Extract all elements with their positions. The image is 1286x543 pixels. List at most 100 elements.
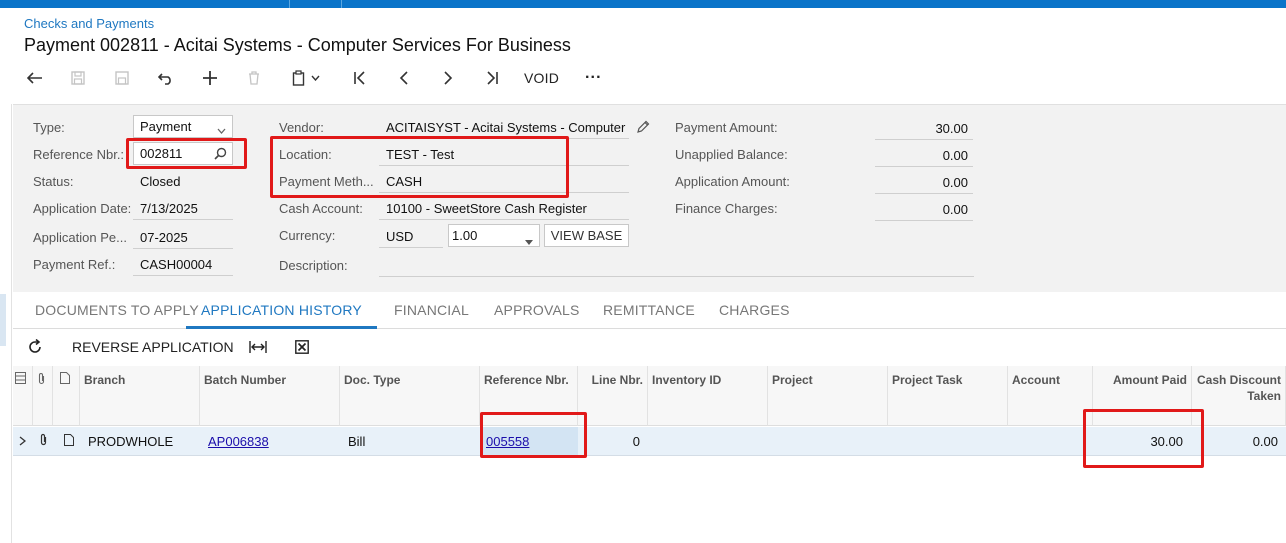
appperiod-value[interactable]: 07-2025 [140,230,188,245]
refnbr-label: Reference Nbr.: [33,147,125,162]
vendor-label: Vendor: [279,120,324,135]
top-app-bar [0,0,1286,8]
reference-nbr-link[interactable]: 005558 [486,434,529,449]
col-reference-nbr[interactable]: Reference Nbr. [480,366,578,426]
table-row[interactable]: PRODWHOLE AP006838 Bill 005558 0 30.00 0… [13,427,1286,456]
refresh-icon[interactable] [27,330,43,364]
vendor-value[interactable]: ACITAISYST - Acitai Systems - Computer [386,120,626,135]
tab-application-history[interactable]: APPLICATION HISTORY [186,292,377,329]
cell-doc-type[interactable]: Bill [344,427,480,456]
cell-project-task[interactable] [888,427,1008,456]
paymeth-label: Payment Meth... [279,174,374,189]
first-record-icon[interactable] [338,64,382,92]
expand-row-icon[interactable] [15,427,33,456]
dropdown-arrow-icon [525,233,533,248]
paymeth-value[interactable]: CASH [386,174,422,189]
cashacct-value[interactable]: 10100 - SweetStore Cash Register [386,201,587,216]
col-cash-discount-taken[interactable]: Cash Discount Taken [1192,366,1286,426]
col-doc-type[interactable]: Doc. Type [340,366,480,426]
chevron-down-icon[interactable] [308,64,322,92]
tab-bar: DOCUMENTS TO APPLY APPLICATION HISTORY F… [13,292,1286,329]
note-header-icon [53,366,80,426]
col-branch[interactable]: Branch [80,366,200,426]
payref-label: Payment Ref.: [33,257,116,272]
batch-number-link[interactable]: AP006838 [208,434,269,449]
note-icon[interactable] [60,427,80,456]
fit-columns-icon[interactable] [249,330,267,364]
payamt-label: Payment Amount: [675,120,778,135]
col-account[interactable]: Account [1008,366,1093,426]
previous-record-icon[interactable] [382,64,426,92]
appamt-value: 0.00 [942,175,968,190]
grid-toolbar: REVERSE APPLICATION [13,330,1286,364]
type-label: Type: [33,120,65,135]
refnbr-input[interactable]: 002811 [133,142,233,165]
application-history-grid: Branch Batch Number Doc. Type Reference … [13,366,1286,543]
cell-line-nbr[interactable]: 0 [578,427,644,456]
tab-remittance[interactable]: REMITTANCE [603,292,695,329]
more-icon[interactable]: ··· [579,64,608,92]
type-select[interactable]: Payment [133,115,233,138]
cell-batch-number[interactable]: AP006838 [204,427,340,456]
export-excel-icon[interactable] [295,330,309,364]
rate-value: 1.00 [452,228,478,243]
save-close-icon[interactable] [56,64,100,92]
cell-project[interactable] [768,427,888,456]
col-line-nbr[interactable]: Line Nbr. [578,366,648,426]
location-value[interactable]: TEST - Test [386,147,454,162]
status-value: Closed [140,174,181,189]
void-button[interactable]: VOID [518,64,565,92]
page-title: Payment 002811 - Acitai Systems - Comput… [24,35,571,55]
col-inventory-id[interactable]: Inventory ID [648,366,768,426]
tab-documents-to-apply[interactable]: DOCUMENTS TO APPLY [35,292,199,329]
payamt-value[interactable]: 30.00 [875,121,968,136]
location-label: Location: [279,147,332,162]
rate-select[interactable]: 1.00 [448,224,540,247]
left-edge-strip [0,104,12,543]
col-project-task[interactable]: Project Task [888,366,1008,426]
cell-inventory-id[interactable] [648,427,768,456]
cell-cash-discount-taken[interactable]: 0.00 [1192,427,1282,456]
fincharges-value: 0.00 [942,202,968,217]
description-label: Description: [279,258,348,273]
currency-value[interactable]: USD [386,229,413,244]
cell-branch[interactable]: PRODWHOLE [84,427,200,456]
save-icon[interactable] [100,64,144,92]
cell-reference-nbr[interactable]: 005558 [482,427,578,456]
back-icon[interactable] [14,64,56,92]
attachment-icon[interactable] [35,427,53,456]
attachment-header-icon [33,366,53,426]
status-label: Status: [33,174,74,189]
appamt-label: Application Amount: [675,174,790,189]
reverse-application-button[interactable]: REVERSE APPLICATION [72,330,234,364]
refnbr-value: 002811 [140,146,183,161]
cashacct-label: Cash Account: [279,201,363,216]
delete-icon[interactable] [232,64,276,92]
cell-amount-paid[interactable]: 30.00 [1093,427,1187,456]
search-icon[interactable] [214,147,227,163]
currency-label: Currency: [279,228,336,243]
last-record-icon[interactable] [470,64,514,92]
tab-financial[interactable]: FINANCIAL [394,292,469,329]
next-record-icon[interactable] [426,64,470,92]
col-batch-number[interactable]: Batch Number [200,366,340,426]
tab-charges[interactable]: CHARGES [719,292,790,329]
appperiod-label: Application Pe... [33,230,127,245]
pencil-icon[interactable] [636,120,650,137]
summary-form: Type: Payment Reference Nbr.: 002811 Sta… [13,104,1286,292]
cell-account[interactable] [1008,427,1093,456]
unapplied-value: 0.00 [942,148,968,163]
add-icon[interactable] [188,64,232,92]
unapplied-label: Unapplied Balance: [675,147,788,162]
main-toolbar: VOID ··· [14,64,608,92]
appdate-value[interactable]: 7/13/2025 [140,201,198,216]
col-amount-paid[interactable]: Amount Paid [1093,366,1192,426]
tab-approvals[interactable]: APPROVALS [494,292,580,329]
undo-icon[interactable] [144,64,188,92]
view-base-button[interactable]: VIEW BASE [544,224,629,247]
row-settings-icon[interactable] [13,366,33,426]
col-project[interactable]: Project [768,366,888,426]
payref-value[interactable]: CASH00004 [140,257,212,272]
fincharges-label: Finance Charges: [675,201,778,216]
breadcrumb[interactable]: Checks and Payments [24,16,154,31]
